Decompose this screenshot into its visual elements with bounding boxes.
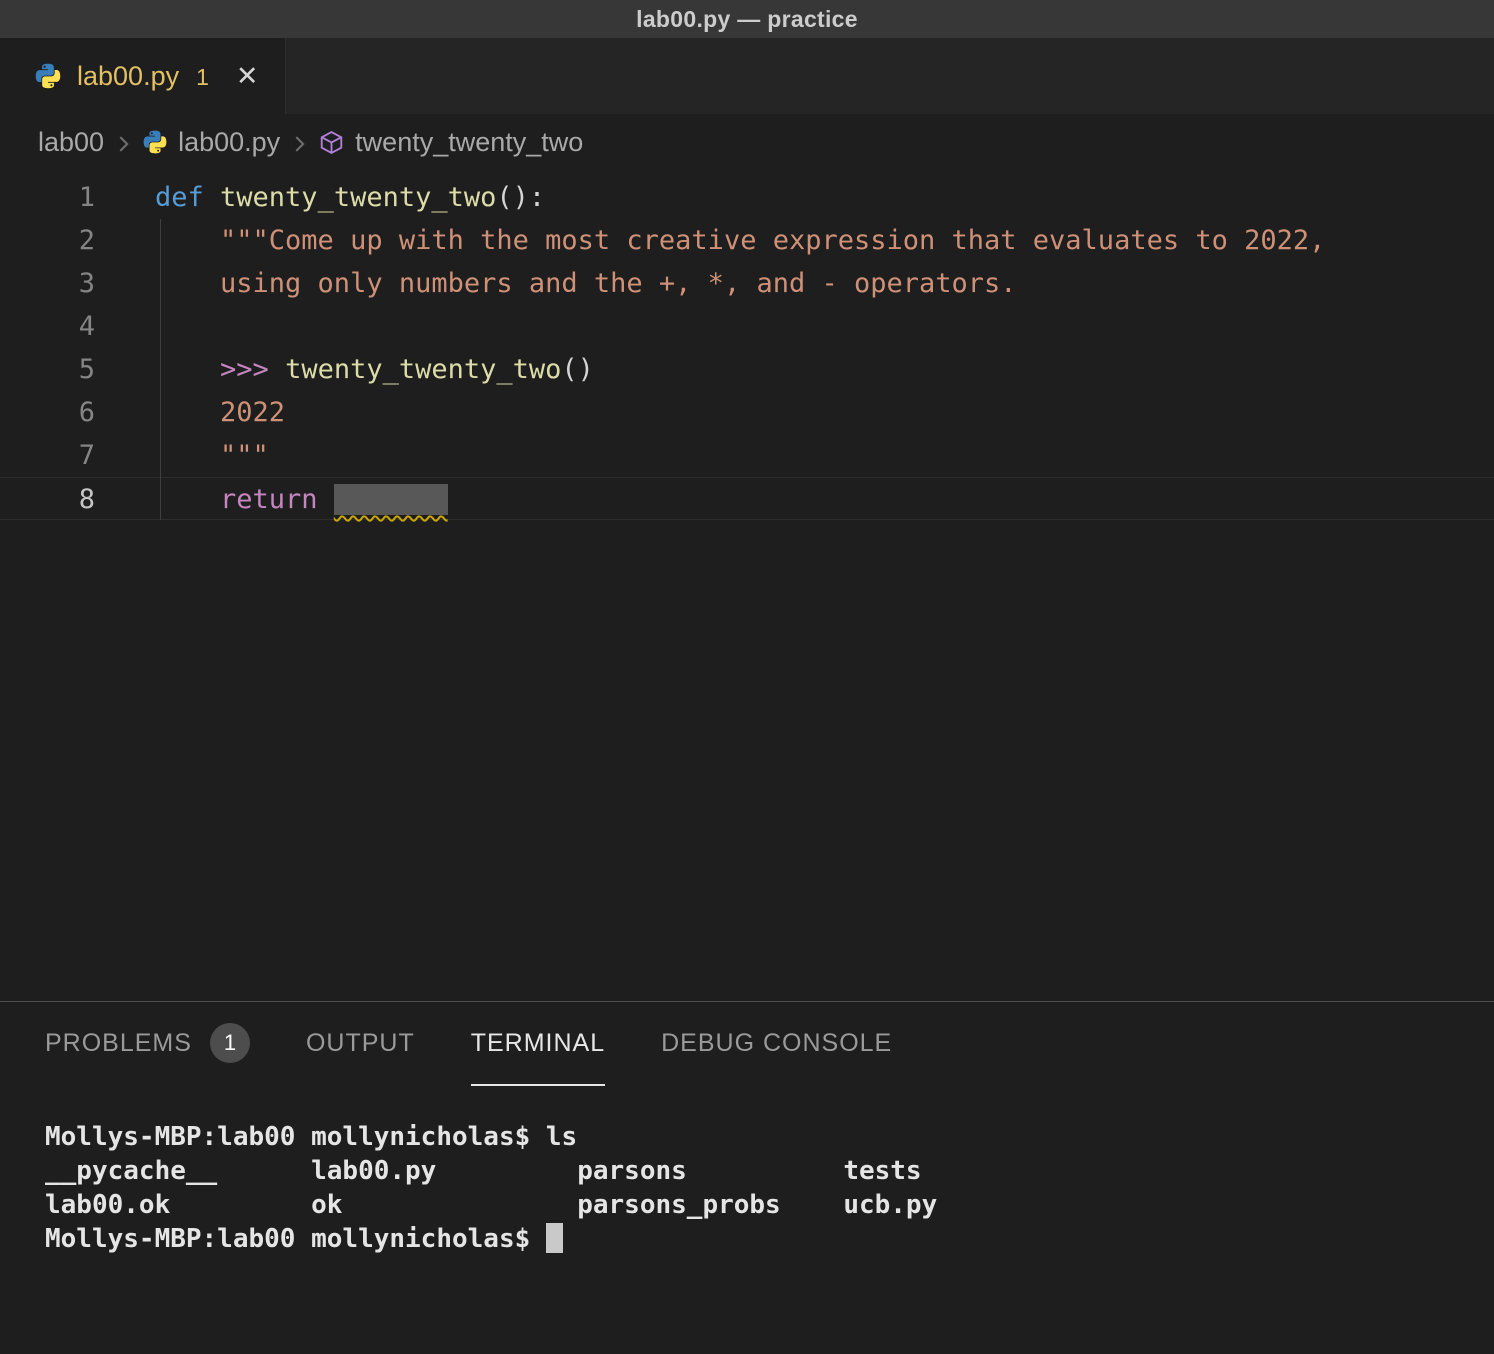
breadcrumb-item-lab00-py[interactable]: lab00.py bbox=[142, 127, 280, 158]
code-line-1[interactable]: 1 def twenty_twenty_two(): bbox=[0, 176, 1494, 219]
code-line-2[interactable]: 2 """Come up with the most creative expr… bbox=[0, 219, 1494, 262]
panel-tab-label: OUTPUT bbox=[306, 1029, 415, 1058]
breadcrumb-label: lab00.py bbox=[178, 127, 280, 158]
code-line-5[interactable]: 5 >>> twenty_twenty_two() bbox=[0, 348, 1494, 391]
tab-filename: lab00.py bbox=[77, 61, 179, 92]
tab-problems-count: 1 bbox=[196, 62, 209, 91]
code-text: """Come up with the most creative expres… bbox=[155, 219, 1325, 262]
editor-tab-lab00py[interactable]: lab00.py 1 ✕ bbox=[0, 38, 286, 114]
line-number: 3 bbox=[0, 262, 95, 305]
terminal-output[interactable]: Mollys-MBP:lab00 mollynicholas$ ls__pyca… bbox=[0, 1086, 1494, 1256]
code-text: def twenty_twenty_two(): bbox=[155, 176, 545, 219]
python-icon bbox=[34, 62, 62, 90]
terminal-cursor bbox=[546, 1223, 563, 1253]
panel-tab-problems[interactable]: PROBLEMS 1 bbox=[45, 1002, 250, 1086]
code-line-7[interactable]: 7 """ bbox=[0, 434, 1494, 477]
line-number: 2 bbox=[0, 219, 95, 262]
breadcrumb: lab00 lab00.py twenty_twenty_two bbox=[0, 114, 1494, 170]
python-icon bbox=[142, 129, 168, 155]
panel-tabs: PROBLEMS 1 OUTPUT TERMINAL DEBUG CONSOLE bbox=[0, 1002, 1494, 1086]
bottom-panel: PROBLEMS 1 OUTPUT TERMINAL DEBUG CONSOLE Mol… bbox=[0, 1001, 1494, 1354]
symbol-icon bbox=[318, 129, 345, 156]
vscode-window: lab00.py — practice lab00.py 1 ✕ lab00la… bbox=[0, 0, 1494, 1354]
breadcrumb-label: twenty_twenty_two bbox=[355, 127, 583, 158]
window-titlebar: lab00.py — practice bbox=[0, 0, 1494, 38]
code-text: """ bbox=[155, 434, 269, 477]
problems-count-badge: 1 bbox=[210, 1023, 250, 1063]
breadcrumb-label: lab00 bbox=[38, 127, 104, 158]
breadcrumb-chevron-icon bbox=[288, 133, 310, 155]
code-text: 2022 bbox=[155, 391, 285, 434]
line-number: 8 bbox=[0, 478, 95, 519]
code-line-3[interactable]: 3 using only numbers and the +, *, and -… bbox=[0, 262, 1494, 305]
editor-tabstrip: lab00.py 1 ✕ bbox=[0, 38, 1494, 114]
panel-tab-output[interactable]: OUTPUT bbox=[306, 1002, 415, 1086]
line-number: 7 bbox=[0, 434, 95, 477]
breadcrumb-item-twenty-twenty-two[interactable]: twenty_twenty_two bbox=[318, 127, 583, 158]
terminal-line: Mollys-MBP:lab00 mollynicholas$ bbox=[45, 1222, 1494, 1256]
code-line-4[interactable]: 4 bbox=[0, 305, 1494, 348]
terminal-line: lab00.ok ok parsons_probs ucb.py bbox=[45, 1188, 1494, 1222]
line-number: 6 bbox=[0, 391, 95, 434]
panel-tab-label: TERMINAL bbox=[471, 1029, 605, 1058]
code-line-6[interactable]: 6 2022 bbox=[0, 391, 1494, 434]
tab-close-icon[interactable]: ✕ bbox=[236, 63, 259, 90]
code-text: return bbox=[155, 478, 448, 519]
panel-tab-terminal[interactable]: TERMINAL bbox=[471, 1002, 605, 1086]
panel-tab-label: DEBUG CONSOLE bbox=[661, 1029, 892, 1058]
indent-guide bbox=[160, 219, 161, 520]
line-number: 4 bbox=[0, 305, 95, 348]
code-text: >>> twenty_twenty_two() bbox=[155, 348, 594, 391]
terminal-line: Mollys-MBP:lab00 mollynicholas$ ls bbox=[45, 1120, 1494, 1154]
code-line-8[interactable]: 8 return bbox=[0, 477, 1494, 520]
window-title: lab00.py — practice bbox=[636, 6, 858, 33]
line-number: 1 bbox=[0, 176, 95, 219]
code-editor[interactable]: 1def twenty_twenty_two():2 """Come up wi… bbox=[0, 170, 1494, 1001]
breadcrumb-chevron-icon bbox=[112, 133, 134, 155]
code-text: using only numbers and the +, *, and - o… bbox=[155, 262, 1017, 305]
panel-tab-label: PROBLEMS bbox=[45, 1029, 192, 1058]
panel-tab-debug-console[interactable]: DEBUG CONSOLE bbox=[661, 1002, 892, 1086]
return-expression-placeholder[interactable] bbox=[334, 484, 448, 515]
terminal-line: __pycache__ lab00.py parsons tests bbox=[45, 1154, 1494, 1188]
breadcrumb-item-lab00[interactable]: lab00 bbox=[38, 127, 104, 158]
line-number: 5 bbox=[0, 348, 95, 391]
